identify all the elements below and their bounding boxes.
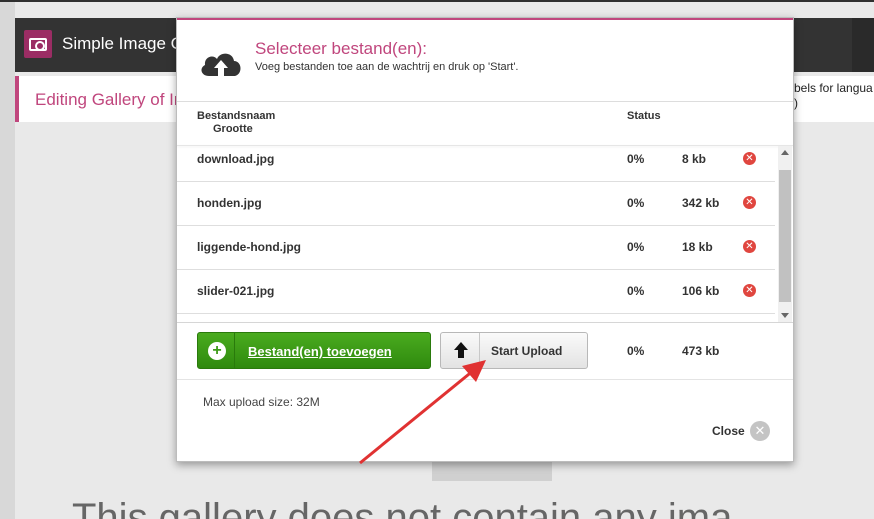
remove-icon[interactable]: ✕ <box>743 240 756 253</box>
divider <box>177 101 793 102</box>
file-name: download.jpg <box>197 152 275 166</box>
file-status: 0% <box>627 196 645 210</box>
file-name: liggende-hond.jpg <box>197 240 301 254</box>
file-size: 8 kb <box>682 152 707 166</box>
start-upload-label: Start Upload <box>491 344 563 358</box>
file-row: honden.jpg 0% 342 kb ✕ <box>177 182 775 226</box>
dialog-accent <box>177 18 793 20</box>
total-size: 473 kb <box>682 344 720 358</box>
file-size: 342 kb <box>682 196 720 210</box>
file-name: honden.jpg <box>197 196 262 210</box>
file-size: 18 kb <box>682 240 713 254</box>
header-right-panel <box>852 18 874 72</box>
remove-icon[interactable]: ✕ <box>743 196 756 209</box>
scroll-down-icon[interactable] <box>781 313 789 318</box>
empty-gallery-text: This gallery does not contain any ima <box>72 496 733 519</box>
scroll-up-icon[interactable] <box>781 150 789 155</box>
max-upload-size: Max upload size: 32M <box>203 395 320 409</box>
column-header-size: Grootte <box>213 123 253 135</box>
app-title: Simple Image Gallery <box>62 34 177 53</box>
column-header-status: Status <box>627 110 661 122</box>
divider <box>177 322 793 323</box>
background-block <box>432 462 552 481</box>
cloud-upload-icon <box>201 53 241 79</box>
right-label-line-1: bels for langua <box>794 81 873 95</box>
right-label-line-2: ) <box>794 96 798 110</box>
add-files-button[interactable]: + Bestand(en) toevoegen <box>197 332 431 369</box>
divider <box>177 379 793 380</box>
remove-icon[interactable]: ✕ <box>743 152 756 165</box>
file-row: download.jpg 0% 8 kb ✕ <box>177 146 775 182</box>
right-label: bels for langua ) <box>794 81 874 111</box>
button-separator <box>234 333 235 368</box>
dialog-subtitle: Voeg bestanden toe aan de wachtrij en dr… <box>255 61 519 73</box>
upload-dialog: Selecteer bestand(en): Voeg bestanden to… <box>176 17 794 462</box>
remove-icon[interactable]: ✕ <box>743 284 756 297</box>
dialog-title: Selecteer bestand(en): <box>255 39 427 58</box>
file-list-scrollbar[interactable] <box>778 146 792 322</box>
left-strip <box>0 2 15 519</box>
file-status: 0% <box>627 284 645 298</box>
file-status: 0% <box>627 240 645 254</box>
total-status: 0% <box>627 344 645 358</box>
file-row: slider-021.jpg 0% 106 kb ✕ <box>177 270 775 314</box>
arrow-up-icon <box>441 333 480 368</box>
add-files-label: Bestand(en) toevoegen <box>248 344 392 359</box>
close-label[interactable]: Close <box>712 424 745 438</box>
file-name: slider-021.jpg <box>197 284 275 298</box>
file-row: liggende-hond.jpg 0% 18 kb ✕ <box>177 226 775 270</box>
close-circle-icon[interactable]: ✕ <box>750 421 770 441</box>
column-header-name: Bestandsnaam <box>197 110 276 122</box>
start-upload-button[interactable]: Start Upload <box>440 332 588 369</box>
page-title: Editing Gallery of Images <box>35 90 177 109</box>
top-border <box>0 0 874 2</box>
camera-icon <box>24 30 52 58</box>
scroll-thumb[interactable] <box>779 170 791 302</box>
plus-circle-icon: + <box>208 342 226 360</box>
file-list: download.jpg 0% 8 kb ✕ honden.jpg 0% 342… <box>177 146 777 322</box>
file-status: 0% <box>627 152 645 166</box>
file-size: 106 kb <box>682 284 720 298</box>
